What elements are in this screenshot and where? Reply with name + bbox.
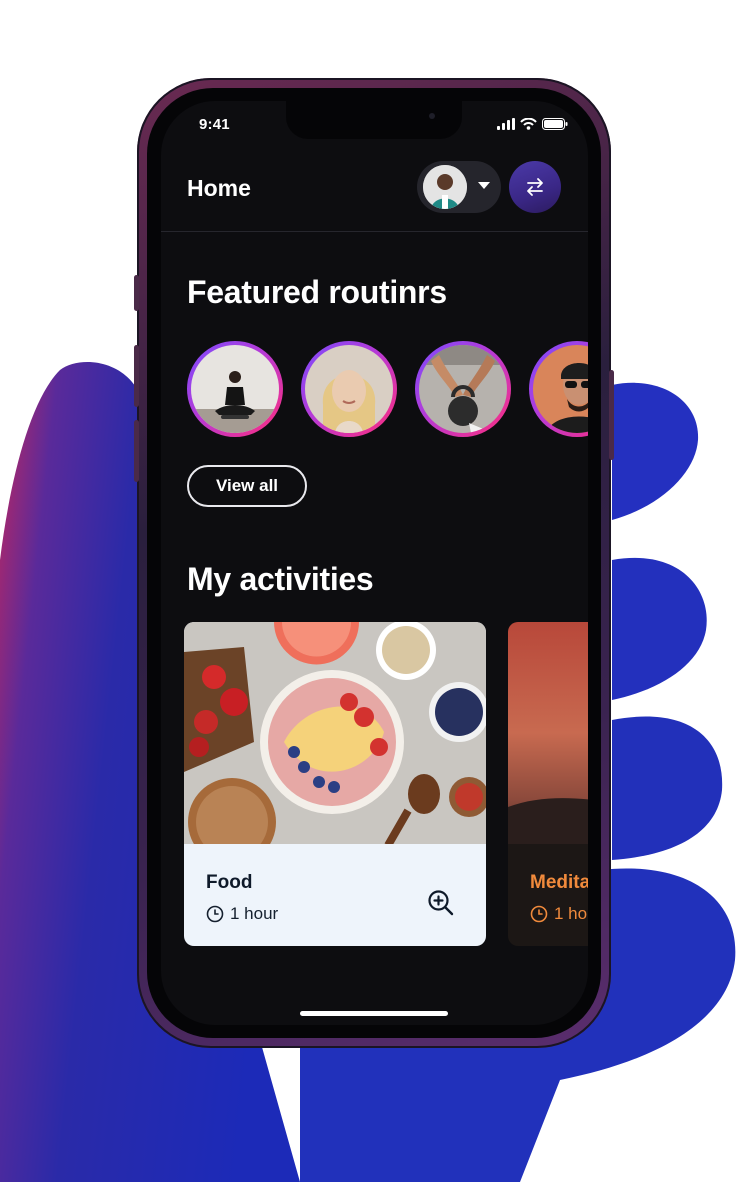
page-title: Home — [187, 175, 251, 201]
app-screen: 9:41 Home Featured routinrs View all My … — [161, 101, 588, 1025]
routine-avatar-kettlebell[interactable] — [415, 341, 511, 437]
top-app-bar: Home — [161, 156, 588, 232]
volume-lower-button — [134, 420, 139, 482]
activity-title: Medita — [530, 872, 588, 893]
wifi-icon — [520, 118, 537, 130]
clock-icon — [530, 905, 548, 923]
routine-avatar-portrait[interactable] — [301, 341, 397, 437]
clock-icon — [206, 905, 224, 923]
caret-down-icon — [478, 182, 490, 189]
profile-switcher[interactable] — [417, 161, 501, 213]
home-indicator[interactable] — [300, 1011, 448, 1016]
power-button — [609, 370, 614, 460]
meditation-image — [508, 622, 588, 844]
signal-icon — [497, 118, 515, 130]
activity-card-food[interactable]: Food 1 hour — [184, 622, 486, 946]
status-time: 9:41 — [199, 116, 230, 133]
activity-duration-text: 1 hour — [230, 904, 279, 923]
activity-duration-text: 1 ho — [554, 904, 588, 923]
activity-duration: 1 hour — [206, 904, 278, 924]
status-icons — [497, 118, 568, 130]
routine-avatar-portrait-sunglasses[interactable] — [529, 341, 588, 437]
view-all-button[interactable]: View all — [187, 465, 307, 507]
avatar — [423, 165, 467, 209]
food-image — [184, 622, 486, 844]
volume-up-button — [134, 275, 139, 311]
activity-duration: 1 ho — [530, 904, 587, 924]
routine-avatar-yoga[interactable] — [187, 341, 283, 437]
camera-dot — [429, 113, 435, 119]
battery-icon — [542, 118, 568, 130]
volume-down-button — [134, 345, 139, 407]
swap-arrows-icon — [527, 178, 543, 196]
activity-card-meditation[interactable]: Medita 1 ho — [508, 622, 588, 946]
activity-title: Food — [206, 872, 253, 893]
featured-section-title: Featured routinrs — [187, 274, 447, 310]
zoom-in-icon[interactable] — [426, 888, 456, 918]
switch-button[interactable] — [509, 161, 561, 213]
activities-section-title: My activities — [187, 561, 374, 597]
notch — [286, 101, 462, 139]
